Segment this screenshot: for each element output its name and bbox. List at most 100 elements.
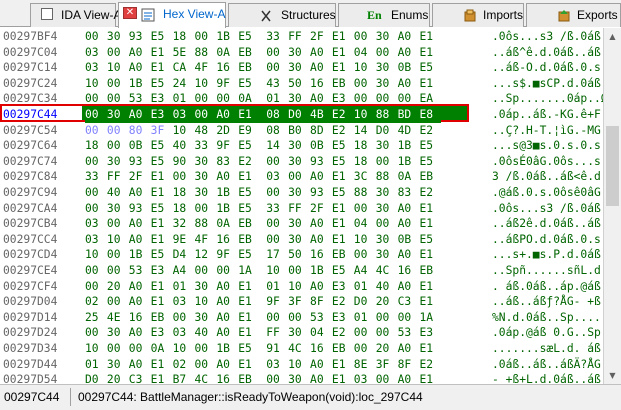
hex-byte[interactable]: E1: [332, 357, 354, 373]
hex-byte[interactable]: 10: [85, 247, 107, 263]
hex-byte[interactable]: 20: [107, 279, 129, 295]
hex-byte[interactable]: 93: [129, 29, 151, 45]
hex-byte[interactable]: 04: [310, 325, 332, 341]
hex-byte[interactable]: A0: [398, 29, 420, 45]
close-icon[interactable]: ✕: [123, 7, 137, 19]
hex-byte[interactable]: 00: [288, 169, 310, 185]
hex-byte[interactable]: A0: [310, 216, 332, 232]
hex-byte[interactable]: E1: [419, 294, 441, 310]
hex-byte[interactable]: 30: [194, 185, 216, 201]
hex-byte[interactable]: 02: [173, 357, 195, 373]
hex-byte[interactable]: E5: [419, 232, 441, 248]
hex-byte[interactable]: E1: [419, 201, 441, 217]
hex-byte[interactable]: A0: [216, 357, 238, 373]
hex-byte[interactable]: E1: [151, 357, 173, 373]
hex-byte[interactable]: 1B: [129, 247, 151, 263]
hex-byte[interactable]: A0: [398, 201, 420, 217]
hex-byte[interactable]: A0: [398, 279, 420, 295]
hex-byte[interactable]: 18: [85, 138, 107, 154]
hex-byte[interactable]: EB: [238, 60, 266, 76]
hex-byte[interactable]: E1: [151, 169, 173, 185]
hex-byte[interactable]: 30: [288, 60, 310, 76]
scroll-up-icon[interactable]: ▲: [604, 28, 621, 45]
hex-byte[interactable]: 40: [194, 325, 216, 341]
hex-byte[interactable]: E1: [332, 29, 354, 45]
hex-byte[interactable]: 00: [266, 185, 288, 201]
hex-byte[interactable]: 00: [398, 310, 420, 326]
hex-byte[interactable]: E1: [419, 29, 441, 45]
hex-byte[interactable]: 10: [288, 357, 310, 373]
hex-byte[interactable]: 9F: [266, 294, 288, 310]
hex-byte[interactable]: 10: [266, 263, 288, 279]
hex-byte[interactable]: 1B: [310, 263, 332, 279]
hex-byte[interactable]: 00: [376, 45, 398, 61]
hex-byte[interactable]: 03: [172, 107, 195, 123]
hex-byte[interactable]: 30: [288, 232, 310, 248]
hex-byte[interactable]: 03: [173, 325, 195, 341]
tab-structures[interactable]: Structures: [228, 3, 336, 27]
hex-byte[interactable]: E1: [332, 60, 354, 76]
hex-byte[interactable]: 10: [354, 60, 376, 76]
hex-byte[interactable]: 0A: [216, 216, 238, 232]
hex-byte[interactable]: E3: [332, 91, 354, 107]
hex-byte[interactable]: FF: [288, 201, 310, 217]
hex-byte[interactable]: 00: [376, 372, 398, 384]
hex-byte[interactable]: 30: [376, 60, 398, 76]
hex-byte[interactable]: 03: [85, 232, 107, 248]
hex-byte[interactable]: 00: [85, 279, 107, 295]
hex-byte[interactable]: 0B: [398, 60, 420, 76]
hex-byte[interactable]: 00: [85, 29, 107, 45]
hex-byte[interactable]: 04: [354, 45, 376, 61]
hex-byte[interactable]: A0: [310, 357, 332, 373]
hex-byte[interactable]: A0: [129, 185, 151, 201]
hex-byte[interactable]: E1: [151, 45, 173, 61]
hex-byte[interactable]: 00: [354, 247, 376, 263]
hex-byte[interactable]: D0: [376, 123, 398, 139]
hex-byte[interactable]: A0: [398, 76, 420, 92]
hex-byte[interactable]: 33: [266, 201, 288, 217]
hex-byte[interactable]: E3: [419, 325, 441, 341]
hex-byte[interactable]: 00: [354, 29, 376, 45]
hex-byte[interactable]: 4B: [310, 107, 332, 123]
hex-byte[interactable]: E5: [151, 138, 173, 154]
hex-byte[interactable]: 04: [354, 216, 376, 232]
hex-byte[interactable]: E1: [332, 45, 354, 61]
hex-byte[interactable]: 3F: [151, 123, 173, 139]
hex-byte[interactable]: E5: [151, 154, 173, 170]
hex-byte[interactable]: 02: [85, 294, 107, 310]
hex-byte[interactable]: 17: [266, 247, 288, 263]
hex-byte[interactable]: A4: [173, 263, 195, 279]
hex-byte[interactable]: E1: [419, 341, 441, 357]
hex-byte[interactable]: 16: [310, 76, 332, 92]
hex-byte[interactable]: E5: [238, 138, 266, 154]
hex-byte[interactable]: E5: [419, 60, 441, 76]
hex-byte[interactable]: 00: [107, 45, 129, 61]
hex-byte[interactable]: 10: [85, 341, 107, 357]
hex-byte[interactable]: 00: [376, 91, 398, 107]
hex-byte[interactable]: E3: [151, 263, 173, 279]
hex-byte[interactable]: 30: [376, 29, 398, 45]
hex-byte[interactable]: 30: [107, 154, 129, 170]
hex-byte[interactable]: CA: [173, 60, 195, 76]
hex-byte[interactable]: 00: [107, 263, 129, 279]
hex-byte[interactable]: E3: [151, 91, 173, 107]
hex-byte[interactable]: E5: [332, 263, 354, 279]
tab-enums[interactable]: En Enums: [338, 3, 430, 27]
hex-byte[interactable]: 2D: [216, 123, 238, 139]
hex-byte[interactable]: 20: [376, 341, 398, 357]
hex-byte[interactable]: 30: [376, 76, 398, 92]
hex-byte[interactable]: E1: [151, 216, 173, 232]
hex-byte[interactable]: A0: [129, 279, 151, 295]
hex-byte[interactable]: E1: [238, 325, 266, 341]
hex-byte[interactable]: 30: [376, 201, 398, 217]
hex-byte[interactable]: 30: [107, 325, 129, 341]
hex-byte[interactable]: 50: [288, 247, 310, 263]
hex-byte[interactable]: E2: [419, 123, 441, 139]
hex-byte[interactable]: 93: [129, 154, 151, 170]
hex-byte[interactable]: 30: [376, 185, 398, 201]
hex-byte[interactable]: 00: [107, 76, 129, 92]
hex-byte[interactable]: 00: [266, 232, 288, 248]
hex-byte[interactable]: E1: [238, 279, 266, 295]
hex-byte[interactable]: E5: [332, 185, 354, 201]
hex-byte[interactable]: A0: [129, 45, 151, 61]
